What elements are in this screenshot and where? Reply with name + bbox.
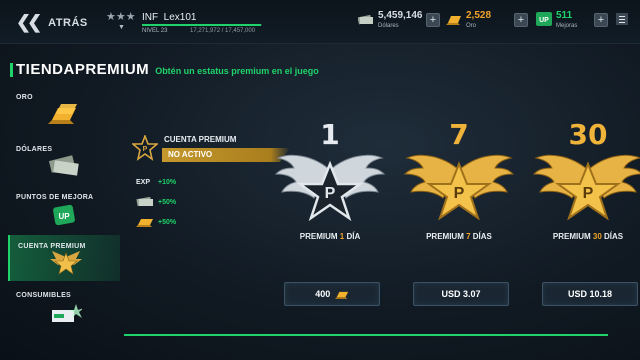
card-title: PREMIUM 7 DÍAS bbox=[426, 232, 492, 241]
silver-wings-star-icon: P bbox=[274, 154, 386, 222]
upgrades-value: 511 bbox=[556, 10, 573, 21]
dollars-label: Dólares bbox=[378, 23, 399, 29]
premium-status-title: CUENTA PREMIUM bbox=[164, 135, 237, 144]
premium-star-icon: P bbox=[132, 135, 158, 161]
premium-card-1-day[interactable]: 1 P PREMIUM 1 DÍA 400 bbox=[274, 118, 386, 318]
buy-1-day-button[interactable]: 400 bbox=[284, 282, 380, 306]
dollar-bills-icon bbox=[48, 155, 79, 176]
svg-text:UP: UP bbox=[539, 17, 549, 24]
sidebar-item-dollars[interactable]: DÓLARES bbox=[8, 138, 120, 184]
top-bar: ❮❮ ATRÁS ★★★ ▼ INF Lex101 NIVEL 23 17,27… bbox=[0, 0, 640, 44]
card-title: PREMIUM 1 DÍA bbox=[299, 232, 361, 241]
title-accent bbox=[10, 63, 13, 77]
dollar-bills-icon bbox=[136, 197, 153, 207]
player-level: NIVEL 23 bbox=[142, 28, 168, 34]
add-gold-button[interactable]: + bbox=[514, 13, 528, 27]
upgrade-points-icon: UP bbox=[53, 204, 75, 226]
add-upgrades-button[interactable]: + bbox=[594, 13, 608, 27]
dollar-bills-icon bbox=[358, 14, 373, 25]
svg-text:UP: UP bbox=[58, 212, 70, 221]
gold-bars-icon bbox=[136, 219, 153, 227]
gold-label: Oro bbox=[466, 23, 477, 29]
upgrade-points-icon: UP bbox=[536, 12, 552, 26]
sidebar-item-gold[interactable]: ORO bbox=[8, 86, 120, 132]
svg-text:P: P bbox=[143, 146, 148, 153]
add-dollars-button[interactable]: + bbox=[426, 13, 440, 27]
svg-text:P: P bbox=[583, 185, 594, 202]
sidebar-item-upgrade-points[interactable]: PUNTOS DE MEJORA UP bbox=[8, 186, 120, 232]
gold-wings-star-icon: P bbox=[532, 154, 640, 221]
sidebar-item-consumables[interactable]: CONSUMIBLES bbox=[8, 284, 120, 330]
gold-wings-star-icon: P bbox=[403, 154, 515, 221]
rank-stars-icon: ★★★ bbox=[106, 11, 136, 23]
scroll-indicator bbox=[124, 334, 608, 336]
premium-status-panel: P CUENTA PREMIUM NO ACTIVO EXP +10% +50%… bbox=[132, 133, 290, 233]
upgrades-label: Mejoras bbox=[556, 23, 578, 29]
page-subtitle: Obtén un estatus premium en el juego bbox=[155, 66, 319, 76]
player-name: INF Lex101 bbox=[142, 12, 197, 23]
premium-card-7-days[interactable]: 7 P PREMIUM 7 DÍAS USD 3.07 bbox=[403, 118, 515, 318]
gold-value: 2,528 bbox=[466, 10, 492, 21]
premium-status-badge: NO ACTIVO bbox=[162, 148, 290, 162]
premium-card-30-days[interactable]: 30 P PREMIUM 30 DÍAS USD 10.18 bbox=[532, 118, 640, 318]
gold-bars-icon bbox=[48, 104, 77, 124]
rank-chevron-icon: ▼ bbox=[118, 24, 125, 31]
premium-wings-icon bbox=[50, 251, 82, 275]
page-title: TIENDA PREMIUM Obtén un estatus premium e… bbox=[10, 61, 319, 79]
dollars-value: 5,459,146 bbox=[378, 10, 423, 21]
player-xp: 17,271,972 / 17,457,000 bbox=[190, 28, 256, 34]
gold-bars-icon bbox=[446, 16, 461, 25]
sidebar-item-premium-account[interactable]: CUENTA PREMIUM bbox=[8, 235, 120, 281]
xp-bar bbox=[142, 24, 262, 26]
back-button[interactable]: ❮❮ ATRÁS bbox=[16, 12, 88, 33]
card-title: PREMIUM 30 DÍAS bbox=[552, 232, 624, 241]
menu-icon[interactable] bbox=[616, 13, 628, 25]
svg-text:P: P bbox=[454, 185, 465, 202]
bonus-exp: EXP +10% bbox=[136, 179, 177, 186]
player-info: ★★★ ▼ INF Lex101 NIVEL 23 17,271,972 / 1… bbox=[106, 10, 266, 38]
buy-30-days-button[interactable]: USD 10.18 bbox=[542, 282, 638, 306]
gold-bars-icon bbox=[334, 292, 348, 299]
double-chevron-left-icon: ❮❮ bbox=[16, 12, 42, 32]
buy-7-days-button[interactable]: USD 3.07 bbox=[413, 282, 509, 306]
back-label: ATRÁS bbox=[48, 16, 88, 29]
consumables-icon bbox=[52, 304, 82, 322]
svg-text:P: P bbox=[325, 185, 336, 202]
